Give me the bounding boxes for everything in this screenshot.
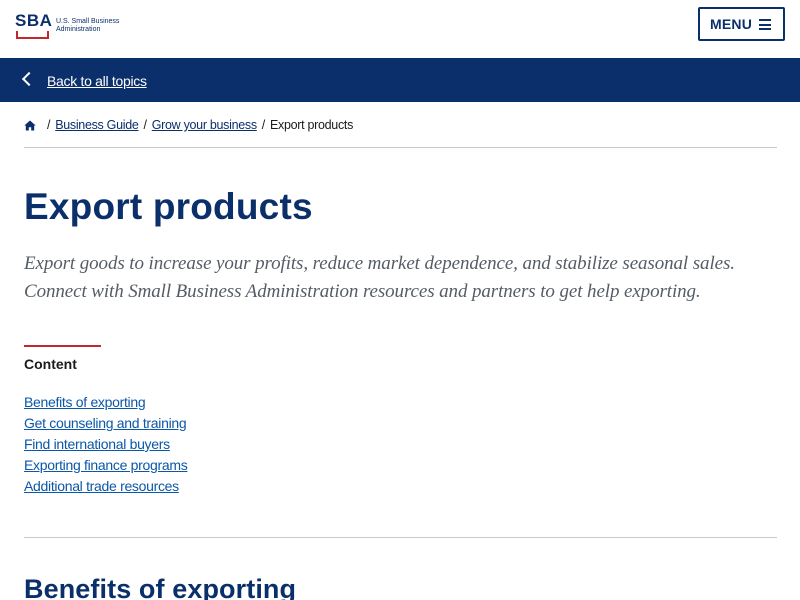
page-title: Export products bbox=[24, 186, 313, 227]
toc-link-benefits[interactable]: Benefits of exporting bbox=[24, 394, 146, 410]
toc-item: Get counseling and training bbox=[24, 414, 187, 435]
breadcrumb-grow-your-business[interactable]: Grow your business bbox=[152, 118, 257, 132]
toc-item: Additional trade resources bbox=[24, 477, 187, 498]
sba-logo-mark: SBA bbox=[15, 11, 53, 40]
breadcrumb-separator: / bbox=[143, 118, 148, 132]
toc-link-counseling[interactable]: Get counseling and training bbox=[24, 415, 187, 431]
chevron-left-icon[interactable] bbox=[21, 71, 37, 87]
section-title: Benefits of exporting bbox=[24, 574, 297, 600]
sba-logo-name: U.S. Small Business Administration bbox=[56, 18, 120, 33]
sba-logo-bracket bbox=[16, 31, 49, 39]
menu-button[interactable]: MENU bbox=[698, 7, 785, 41]
divider bbox=[24, 147, 777, 148]
menu-label: MENU bbox=[710, 16, 753, 32]
sba-logo[interactable]: SBA U.S. Small Business Administration bbox=[15, 11, 126, 40]
breadcrumb-separator: / bbox=[47, 118, 51, 132]
breadcrumb-separator: / bbox=[261, 118, 266, 132]
sba-logo-text: SBA bbox=[15, 11, 53, 30]
toc-item: Benefits of exporting bbox=[24, 393, 187, 414]
toc-accent-bar bbox=[24, 345, 101, 347]
toc-heading: Content bbox=[24, 356, 77, 372]
topic-bar: Back to all topics bbox=[0, 58, 800, 102]
toc-list: Benefits of exporting Get counseling and… bbox=[24, 393, 188, 498]
toc-link-resources[interactable]: Additional trade resources bbox=[24, 478, 179, 494]
breadcrumb-current: Export products bbox=[269, 118, 354, 132]
page-lead: Export goods to increase your profits, r… bbox=[24, 253, 735, 302]
hamburger-icon bbox=[759, 19, 771, 30]
breadcrumb-business-guide[interactable]: Business Guide bbox=[55, 118, 139, 132]
back-to-topics-link[interactable]: Back to all topics bbox=[47, 73, 147, 89]
home-icon[interactable] bbox=[24, 120, 36, 131]
toc-link-finance[interactable]: Exporting finance programs bbox=[24, 457, 188, 473]
breadcrumb: / Business Guide / Grow your business / … bbox=[24, 117, 353, 133]
toc-item: Find international buyers bbox=[24, 435, 187, 456]
toc-link-buyers[interactable]: Find international buyers bbox=[24, 436, 170, 452]
toc-item: Exporting finance programs bbox=[24, 456, 188, 477]
divider bbox=[24, 537, 777, 538]
site-header: SBA U.S. Small Business Administration M… bbox=[0, 0, 800, 58]
